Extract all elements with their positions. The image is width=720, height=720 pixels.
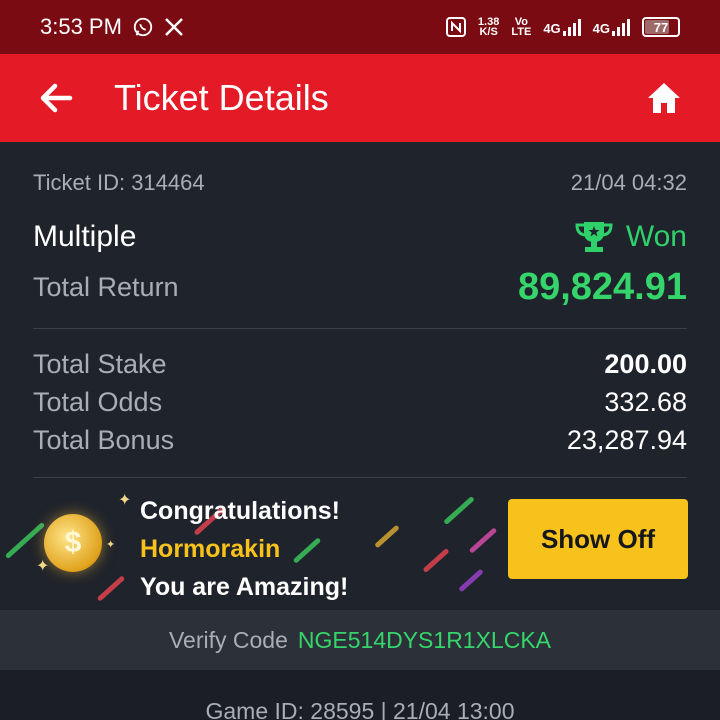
verify-code-bar: Verify Code NGE514DYS1R1XLCKA: [0, 610, 720, 670]
ticket-meta-row: Ticket ID: 314464 21/04 04:32: [33, 170, 687, 196]
net-type-1: 4G: [543, 20, 561, 36]
username: Hormorakin: [140, 535, 281, 563]
congrats-subline: You are Amazing!: [140, 573, 349, 601]
total-bonus-label: Total Bonus: [33, 425, 175, 455]
decor-streak: [468, 527, 498, 554]
home-icon: [648, 83, 680, 113]
volte-indicator: Vo LTE: [511, 17, 532, 38]
nfc-icon: [445, 17, 466, 37]
congrats-banner: ✦ ✦ ✦ $ Congratulations! Hormorakin You …: [0, 478, 720, 610]
decor-streak: [96, 575, 126, 602]
app-header: Ticket Details: [0, 54, 720, 142]
arrow-left-icon: [40, 83, 73, 113]
sparkle-icon: ✦: [118, 492, 132, 509]
signal-icon: 4G: [543, 18, 581, 36]
verify-code[interactable]: NGE514DYS1R1XLCKA: [298, 627, 551, 654]
verify-label: Verify Code: [168, 626, 288, 653]
ticket-datetime: 21/04 04:32: [570, 170, 687, 195]
page-title: Ticket Details: [114, 77, 329, 118]
sparkle-icon: ✦: [106, 539, 116, 551]
total-return-row: Total Return 89,824.91: [33, 266, 687, 309]
game-section: Game ID: 28595 | 21/04 13:00: [0, 670, 720, 720]
ticket-type-row: Multiple Won: [33, 220, 687, 254]
decor-streak: [374, 524, 400, 549]
decor-streak: [4, 521, 46, 560]
status-time: 3:53 PM: [40, 14, 122, 39]
volte-bottom: LTE: [511, 26, 532, 38]
total-stake-label: Total Stake: [33, 349, 167, 379]
home-button[interactable]: [642, 76, 686, 120]
decor-streak: [422, 547, 450, 574]
game-id: Game ID: 28595 | 21/04 13:00: [205, 698, 515, 720]
battery-level: 77: [653, 19, 669, 35]
status-text: Won: [625, 220, 687, 253]
coin-icon: $: [44, 514, 102, 572]
status-badge: Won: [574, 220, 687, 254]
sparkle-icon: ✦: [36, 558, 50, 575]
net-speed-unit: K/S: [479, 26, 498, 38]
x-icon: [164, 17, 184, 37]
total-stake-row: Total Stake 200.00: [33, 349, 687, 380]
divider: [33, 328, 687, 329]
total-odds-row: Total Odds 332.68: [33, 387, 687, 418]
total-odds-value: 332.68: [604, 387, 687, 417]
bet-type: Multiple: [33, 220, 137, 253]
total-bonus-value: 23,287.94: [566, 425, 687, 455]
total-return-value: 89,824.91: [517, 266, 687, 308]
battery-icon: 77: [642, 17, 680, 37]
decor-streak: [458, 568, 484, 593]
back-button[interactable]: [34, 76, 78, 120]
total-odds-label: Total Odds: [33, 387, 163, 417]
trophy-icon: [575, 222, 613, 252]
ticket-id: Ticket ID: 314464: [33, 170, 205, 195]
signal-icon-2: 4G: [592, 18, 630, 36]
net-speed: 1.38 K/S: [478, 17, 499, 38]
status-bar: 3:53 PM 1.38 K/S Vo LTE 4G 4G 77: [0, 0, 720, 54]
ticket-card: Ticket ID: 314464 21/04 04:32 Multiple W…: [0, 142, 720, 610]
total-bonus-row: Total Bonus 23,287.94: [33, 425, 687, 456]
congrats-line: Congratulations!: [140, 497, 340, 525]
whatsapp-icon: [132, 16, 154, 38]
total-stake-value: 200.00: [604, 349, 687, 379]
congrats-text: Congratulations! Hormorakin You are Amaz…: [140, 492, 348, 606]
decor-streak: [443, 495, 475, 526]
total-return-label: Total Return: [33, 272, 179, 302]
net-type-2: 4G: [592, 20, 610, 36]
show-off-button[interactable]: Show Off: [508, 499, 688, 579]
